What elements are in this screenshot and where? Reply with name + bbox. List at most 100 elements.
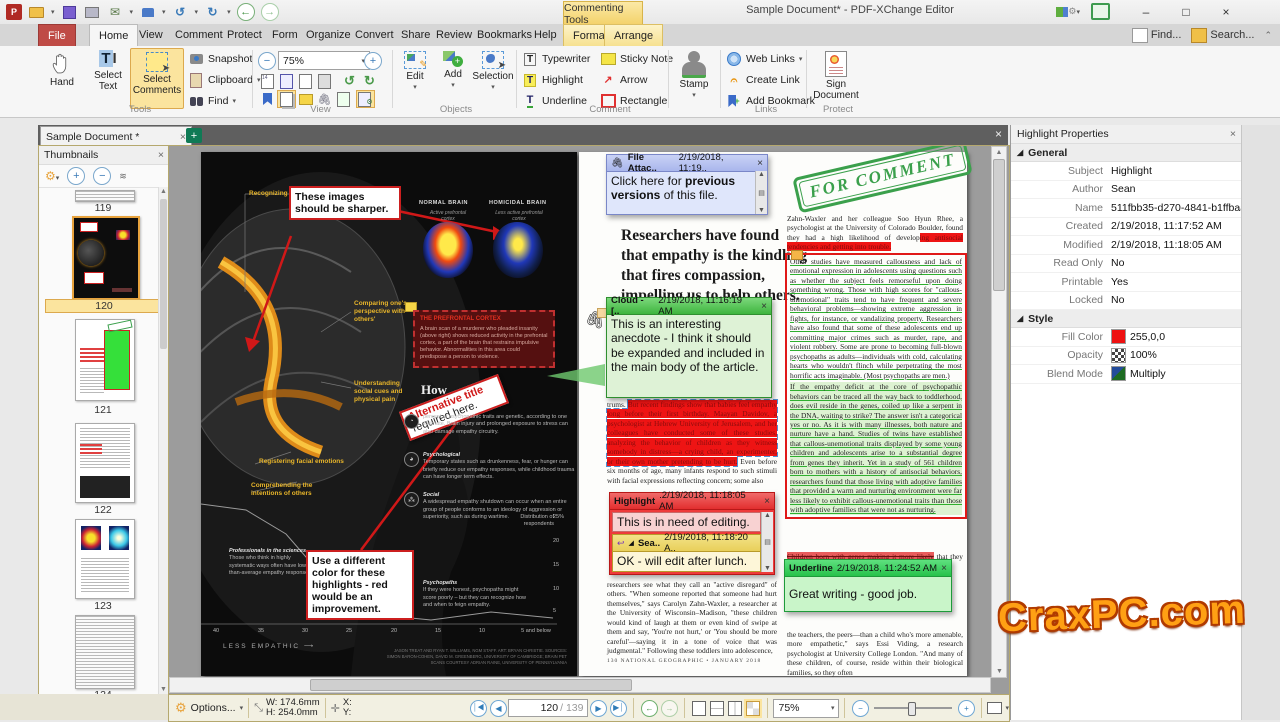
cloud-note[interactable]: Cloud - [..2/19/2018, 11:16:19 AM × This… [606, 297, 772, 398]
red-annotation-box[interactable]: Other studies have measured callousness … [785, 253, 967, 519]
options-button[interactable]: ⚙Options...▾ [175, 700, 243, 716]
web-links-button[interactable]: Web Links▾ [726, 50, 802, 68]
next-view-button[interactable]: → [661, 700, 678, 717]
two-pages-layout-icon[interactable] [728, 701, 742, 716]
fit-page-icon[interactable] [277, 72, 296, 90]
actual-size-icon[interactable]: 14 [258, 72, 277, 90]
email-icon[interactable]: ✉ [107, 5, 124, 20]
two-pages-continuous-layout-icon[interactable] [746, 701, 760, 716]
thumbnail-page-124[interactable] [75, 615, 135, 689]
thumbnails-scrollbar[interactable]: ▲▼ [158, 187, 168, 694]
sign-document-button[interactable]: Sign Document [810, 48, 862, 107]
note-scrollbar[interactable]: ▲▤▼ [761, 512, 773, 572]
underline-note[interactable]: Underline2/19/2018, 11:24:52 AM × Great … [784, 559, 952, 612]
note-different-color[interactable]: Use a different color for these highligh… [306, 550, 414, 620]
fill-color-swatch[interactable] [1111, 329, 1126, 344]
search-button[interactable]: Search... [1191, 28, 1254, 43]
redo-icon[interactable]: ↻ [204, 5, 221, 20]
page-number-field[interactable]: 120/ 139 [508, 699, 588, 717]
fit-visible-icon[interactable] [315, 72, 334, 90]
document-tab[interactable]: Sample Document *× [40, 126, 192, 147]
note-images-sharper[interactable]: These images should be sharper. [289, 186, 401, 220]
maximize-button[interactable]: □ [1172, 2, 1200, 21]
thumbnails-options-icon[interactable]: ⚙▾ [45, 169, 59, 183]
ui-layout-icon[interactable]: ⚙▾ [1056, 3, 1080, 20]
history-forward-button[interactable]: → [261, 3, 279, 21]
stamp-tool-icon[interactable] [139, 5, 156, 20]
save-icon[interactable] [61, 5, 78, 20]
redo-dropdown[interactable]: ▾ [227, 8, 231, 16]
hand-tool-button[interactable]: Hand [40, 48, 84, 107]
close-button[interactable]: × [1212, 2, 1240, 21]
undo-icon[interactable]: ↺ [172, 5, 189, 20]
highlight-note[interactable]: Highlight.2/19/2018, 11:18:05 AM × This … [609, 492, 775, 575]
sticky-note-button[interactable]: Sticky Note [600, 50, 673, 68]
close-document-icon[interactable]: × [995, 127, 1002, 141]
zoom-in-button[interactable]: + [958, 700, 975, 717]
tab-file[interactable]: File [38, 24, 76, 48]
style-group-header[interactable]: ◢Style [1011, 310, 1242, 328]
zoom-level-combo[interactable]: 75%▾ [278, 51, 370, 70]
fit-width-icon[interactable] [296, 72, 315, 90]
select-comments-button[interactable]: ➤ Select Comments [130, 48, 184, 109]
fullscreen-mode-icon[interactable] [987, 702, 1002, 714]
note-close-icon[interactable]: × [761, 301, 767, 312]
thumbnail-page-121[interactable] [75, 319, 135, 401]
minimize-button[interactable]: – [1132, 2, 1160, 21]
thumbnails-zoom-in-icon[interactable]: + [67, 167, 85, 185]
tab-arrange[interactable]: Arrange [604, 24, 663, 47]
zoom-slider[interactable] [874, 707, 952, 709]
select-text-button[interactable]: TI Select Text [86, 48, 130, 107]
note-scrollbar[interactable]: ▲▤▼ [755, 171, 767, 214]
thumbnail-page-120[interactable] [72, 216, 140, 300]
arrow-button[interactable]: ↗Arrow [600, 71, 647, 89]
create-link-button[interactable]: 𝄐Create Link [726, 71, 800, 89]
document-viewport[interactable]: Recognizing pain These images should be … [168, 145, 1010, 696]
zoom-combo[interactable]: 75%▾ [773, 699, 839, 718]
stamp-dropdown[interactable]: ▾ [162, 8, 166, 16]
zoom-out-button[interactable]: − [852, 700, 869, 717]
property-row-blend-mode[interactable]: Blend ModeMultiply [1011, 365, 1242, 384]
typewriter-button[interactable]: TTypewriter [522, 50, 590, 68]
properties-close-icon[interactable]: × [1230, 128, 1236, 140]
add-objects-button[interactable]: + Add▾ [436, 48, 470, 107]
file-attachment-note[interactable]: 🖇 File Attac..2/19/2018, 11:19.. × Click… [606, 154, 768, 215]
history-back-button[interactable]: ← [237, 3, 255, 21]
edit-objects-button[interactable]: ✎ Edit▾ [396, 48, 434, 107]
continuous-layout-icon[interactable] [710, 701, 724, 716]
previous-page-button[interactable]: ◀ [490, 700, 507, 717]
highlight-button[interactable]: THighlight [522, 71, 583, 89]
horizontal-scrollbar[interactable] [169, 677, 991, 693]
note-close-icon[interactable]: × [941, 563, 947, 574]
thumbnail-page-122[interactable] [75, 423, 135, 503]
undo-dropdown[interactable]: ▾ [195, 8, 199, 16]
property-row-fill-color[interactable]: Fill Color255,0,0 [1011, 328, 1242, 347]
first-page-button[interactable]: ⏐◀ [470, 700, 487, 717]
previous-view-button[interactable]: ← [641, 700, 658, 717]
thumbnails-close-icon[interactable]: × [158, 149, 164, 161]
thumbnail-page-123[interactable] [75, 519, 135, 599]
email-dropdown[interactable]: ▾ [130, 8, 134, 16]
note-close-icon[interactable]: × [764, 496, 770, 507]
clipboard-button[interactable]: Clipboard▾ [188, 71, 260, 89]
zoom-in-button[interactable]: + [364, 52, 382, 70]
snapshot-button[interactable]: Snapshot [188, 50, 252, 68]
rotate-ccw-icon[interactable]: ↺ [340, 72, 359, 90]
single-page-layout-icon[interactable] [692, 701, 706, 716]
highlight-comment-icon[interactable] [791, 250, 803, 260]
general-group-header[interactable]: ◢General [1011, 144, 1242, 162]
thumbnails-expand-icon[interactable]: ≋ [119, 171, 127, 182]
note-close-icon[interactable]: × [757, 158, 763, 169]
selection-button[interactable]: ➤ Selection▾ [472, 48, 514, 107]
stamp-button[interactable]: Stamp▾ [672, 48, 716, 107]
property-row-opacity[interactable]: Opacity100% [1011, 347, 1242, 366]
collapse-ribbon-button[interactable]: ⌃ [1264, 30, 1272, 41]
thumbnail-page-119[interactable] [75, 190, 135, 202]
zoom-out-button[interactable]: − [258, 52, 276, 70]
open-icon[interactable] [28, 5, 45, 20]
zoom-slider-knob[interactable] [908, 702, 916, 716]
find-button[interactable]: Find... [1132, 28, 1182, 43]
print-icon[interactable] [84, 5, 101, 20]
fullscreen-icon[interactable] [1088, 3, 1112, 20]
new-tab-button[interactable]: + [186, 128, 202, 143]
